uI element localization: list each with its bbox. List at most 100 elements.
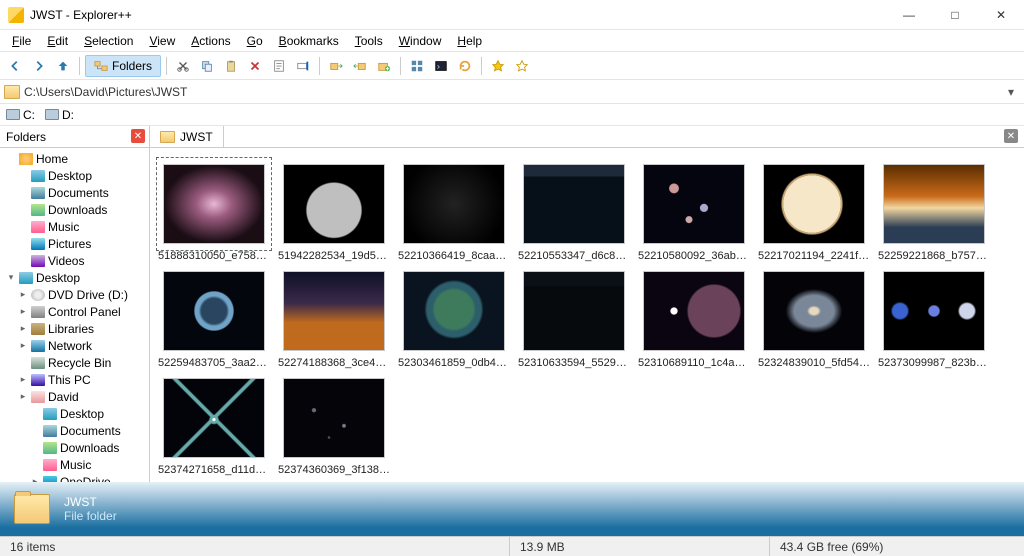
tree-node-music[interactable]: Music [0,456,149,473]
drive-c[interactable]: C: [6,108,35,122]
folders-pane-toggle[interactable]: Folders [85,55,161,77]
file-item[interactable]: 51942282534_19d5470826_o.... [276,160,392,263]
refresh-button[interactable] [454,55,476,77]
menu-selection[interactable]: Selection [76,32,141,50]
tab-close-button[interactable]: ✕ [1004,129,1018,143]
tree-node-dvd-drive-d-[interactable]: ▸DVD Drive (D:) [0,286,149,303]
tree-node-desktop[interactable]: Desktop [0,167,149,184]
address-input[interactable] [24,85,998,99]
close-button[interactable]: ✕ [978,0,1024,30]
expand-icon[interactable]: ▸ [18,391,28,402]
tree-node-network[interactable]: ▸Network [0,337,149,354]
menu-edit[interactable]: Edit [39,32,76,50]
terminal-button[interactable] [430,55,452,77]
cut-button[interactable] [172,55,194,77]
tree-node-control-panel[interactable]: ▸Control Panel [0,303,149,320]
file-item[interactable]: 52374271658_d11dcb3d64_o.... [156,374,272,477]
file-pane[interactable]: 51888310050_e758d5372b_h.jpg51942282534_… [150,148,1024,482]
views-button[interactable] [406,55,428,77]
tab-jwst[interactable]: JWST [150,126,224,147]
move-to-button[interactable] [349,55,371,77]
maximize-button[interactable]: □ [932,0,978,30]
copy-to-button[interactable] [325,55,347,77]
expand-icon[interactable]: ▸ [18,323,28,334]
file-item[interactable]: 52274188368_3ce4e1d2da_k.... [276,267,392,370]
node-icon [31,391,45,403]
expand-icon[interactable]: ▸ [18,289,28,300]
file-item[interactable]: 52373099987_823bc2283a_o.... [876,267,992,370]
drive-d[interactable]: D: [45,108,74,122]
expand-icon[interactable]: ▸ [18,306,28,317]
node-icon [31,187,45,199]
tree-node-libraries[interactable]: ▸Libraries [0,320,149,337]
copy-button[interactable] [196,55,218,77]
thumbnail [279,374,389,462]
thumbnail [159,374,269,462]
menu-window[interactable]: Window [391,32,450,50]
file-item[interactable]: 52259483705_3aa25d6956_k.... [156,267,272,370]
tree-node-desktop[interactable]: ▾Desktop [0,269,149,286]
tree-node-david[interactable]: ▸ David [0,388,149,405]
file-name: 52210580092_36abcc092c_k.... [638,250,750,263]
node-icon [19,272,33,284]
menu-actions[interactable]: Actions [183,32,238,50]
tree-node-music[interactable]: Music [0,218,149,235]
file-item[interactable]: 52217021194_2241f505e1_k.... [756,160,872,263]
node-icon [31,357,45,369]
menubar: FileEditSelectionViewActionsGoBookmarksT… [0,30,1024,52]
expand-icon[interactable]: ▸ [18,374,28,385]
delete-button[interactable] [244,55,266,77]
new-folder-button[interactable] [373,55,395,77]
file-item[interactable]: 52259221868_b757d6cdea_k.... [876,160,992,263]
folder-tree[interactable]: HomeDesktopDocumentsDownloadsMusicPictur… [0,148,150,482]
address-dropdown-icon[interactable]: ▾ [1002,85,1020,99]
file-item[interactable]: 52210553347_d6c813cb72_k.... [516,160,632,263]
file-item[interactable]: 52324839010_5fd541e2f2_k.jpg [756,267,872,370]
file-item[interactable]: 52303461859_0db4d9b739_o.... [396,267,512,370]
properties-button[interactable] [268,55,290,77]
tree-node-videos[interactable]: Videos [0,252,149,269]
nav-back-button[interactable] [4,55,26,77]
tree-node-downloads[interactable]: Downloads [0,201,149,218]
file-name: 52259483705_3aa25d6956_k.... [158,357,270,370]
menu-file[interactable]: File [4,32,39,50]
tree-node-documents[interactable]: Documents [0,184,149,201]
file-item[interactable]: 52310633594_552975212a_k.... [516,267,632,370]
thumbnail [519,160,629,248]
expand-icon[interactable]: ▾ [6,272,16,283]
bookmark-add-button[interactable] [487,55,509,77]
menu-go[interactable]: Go [239,32,271,50]
tree-node-onedrive[interactable]: ▸OneDrive [0,473,149,482]
menu-tools[interactable]: Tools [347,32,391,50]
bookmark-manage-button[interactable] [511,55,533,77]
file-name: 52259221868_b757d6cdea_k.... [878,250,990,263]
menu-view[interactable]: View [141,32,183,50]
file-item[interactable]: 51888310050_e758d5372b_h.jpg [156,160,272,263]
paste-button[interactable] [220,55,242,77]
tab-label: JWST [180,130,213,144]
node-icon [19,153,33,165]
nav-forward-button[interactable] [28,55,50,77]
file-item[interactable]: 52310689110_1c4ab555b0_k.... [636,267,752,370]
nav-up-button[interactable] [52,55,74,77]
window-title: JWST - Explorer++ [30,8,132,22]
tree-node-downloads[interactable]: Downloads [0,439,149,456]
file-item[interactable]: 52210580092_36abcc092c_k.... [636,160,752,263]
node-label: OneDrive [60,475,111,483]
tree-close-button[interactable]: ✕ [131,129,145,143]
tree-node-pictures[interactable]: Pictures [0,235,149,252]
tree-node-desktop[interactable]: Desktop [0,405,149,422]
menu-help[interactable]: Help [449,32,490,50]
file-item[interactable]: 52374360369_3f1388730c_k.... [276,374,392,477]
tree-node-this-pc[interactable]: ▸This PC [0,371,149,388]
menu-bookmarks[interactable]: Bookmarks [271,32,347,50]
tree-node-documents[interactable]: Documents [0,422,149,439]
minimize-button[interactable]: ― [886,0,932,30]
node-label: David [48,390,79,404]
tree-node-home[interactable]: Home [0,150,149,167]
thumbnail [639,160,749,248]
file-item[interactable]: 52210366419_8caa0cfad4_k.... [396,160,512,263]
tree-node-recycle-bin[interactable]: Recycle Bin [0,354,149,371]
expand-icon[interactable]: ▸ [18,340,28,351]
rename-button[interactable] [292,55,314,77]
